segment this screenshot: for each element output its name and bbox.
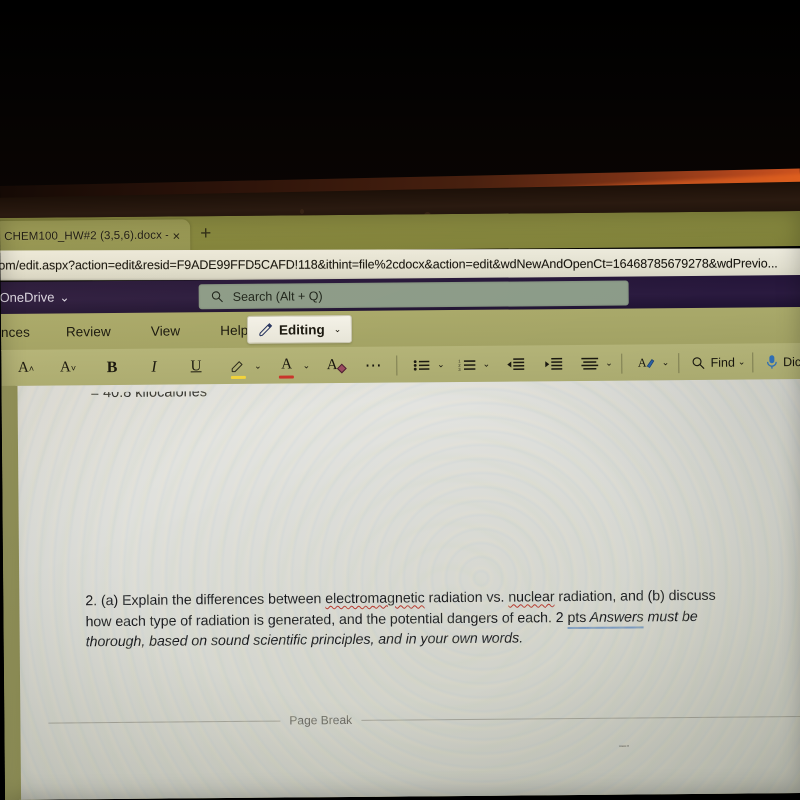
more-formatting-button[interactable]: ⋯ (360, 350, 386, 380)
font-color-swatch (279, 374, 295, 379)
paragraph-part-1: 2. (a) Explain the differences between (85, 591, 326, 610)
chevron-down-icon[interactable]: ⌄ (254, 361, 262, 372)
saved-status-label: o OneDrive (0, 289, 55, 306)
browser-tab-active[interactable]: CHEM100_HW#2 (3,5,6).docx - M × (0, 219, 191, 254)
microphone-icon (765, 354, 778, 370)
dictate-label: Dictate (782, 354, 800, 369)
search-placeholder: Search (Alt + Q) (232, 288, 323, 304)
numbered-list-button[interactable]: 1 2 3 (456, 349, 480, 379)
italic-label: I (151, 358, 157, 376)
bullet-list-icon (414, 358, 431, 372)
document-canvas[interactable]: = 40.8 kilocalories 2. (a) Explain the d… (1, 378, 800, 800)
chevron-down-icon[interactable]: ⌄ (483, 359, 491, 370)
bullet-list-button[interactable] (410, 350, 434, 380)
chevron-down-icon[interactable]: ⌄ (662, 357, 670, 368)
increase-indent-button[interactable] (540, 349, 566, 379)
align-icon (581, 356, 599, 370)
italic-button[interactable]: I (139, 352, 169, 382)
grow-font-caret: ˄ (28, 363, 35, 374)
underline-button[interactable]: U (181, 352, 211, 382)
browser-tab-title: CHEM100_HW#2 (3,5,6).docx - M (4, 229, 169, 243)
saved-to-onedrive-status[interactable]: o OneDrive ⌄ (0, 289, 70, 306)
document-page[interactable]: = 40.8 kilocalories 2. (a) Explain the d… (15, 378, 800, 800)
increase-indent-icon (544, 357, 563, 371)
chevron-down-icon[interactable]: ⌄ (303, 360, 311, 371)
toolbar-divider (752, 351, 754, 372)
grammar-marked-pts: pts (567, 609, 587, 629)
shrink-font-caret: ˅ (70, 362, 77, 373)
clear-formatting-label: A (326, 357, 338, 374)
screen-content: CHEM100_HW#2 (3,5,6).docx - M × + om/edi… (0, 211, 800, 800)
tab-references[interactable]: nces (1, 325, 42, 340)
page-break-line-right (361, 715, 800, 721)
address-url: om/edit.aspx?action=edit&resid=F9ADE99FF… (0, 256, 778, 273)
shrink-font-button[interactable]: A ˅ (53, 353, 83, 383)
highlight-button[interactable] (225, 351, 251, 381)
eraser-icon (337, 363, 348, 374)
find-label: Find (710, 355, 735, 370)
bold-button[interactable]: B (97, 352, 127, 382)
font-color-label: A (281, 355, 293, 373)
grammar-marked-answers: Answers (586, 608, 644, 629)
tab-review[interactable]: Review (54, 324, 123, 340)
decrease-indent-button[interactable] (502, 349, 528, 379)
underline-label: U (190, 358, 202, 375)
new-tab-icon[interactable]: + (200, 223, 211, 244)
search-icon (211, 290, 224, 303)
format-painter-icon: A (638, 355, 656, 370)
dark-background (0, 0, 800, 200)
highlight-color-swatch (230, 375, 246, 379)
alignment-button[interactable] (578, 348, 602, 378)
chevron-down-icon: ⌄ (737, 356, 746, 367)
editing-mode-button[interactable]: Editing ⌄ (246, 314, 353, 344)
toolbar-divider (678, 352, 680, 373)
editing-label: Editing (278, 321, 325, 338)
tab-view[interactable]: View (139, 323, 193, 338)
chevron-down-icon[interactable]: ⌄ (605, 358, 613, 369)
chevron-down-icon: ⌄ (59, 289, 70, 304)
shrink-font-label: A (59, 359, 71, 376)
toolbar-divider (621, 353, 623, 374)
chevron-down-icon[interactable]: ⌄ (437, 359, 445, 370)
clear-formatting-button[interactable]: A (322, 350, 350, 380)
photo-of-laptop-screen: CHEM100_HW#2 (3,5,6).docx - M × + om/edi… (0, 0, 800, 800)
pencil-icon (258, 322, 273, 337)
next-page-partial-text: The (618, 742, 642, 758)
browser-tab-strip: CHEM100_HW#2 (3,5,6).docx - M × + (0, 211, 800, 254)
svg-text:3: 3 (459, 366, 462, 371)
find-button[interactable]: Find ⌄ (692, 347, 745, 377)
previous-line-text: = 40.8 kilocalories (90, 384, 208, 402)
styles-button[interactable]: A (635, 348, 659, 378)
page-break-line-left (48, 720, 281, 724)
chevron-down-icon: ⌄ (333, 323, 342, 334)
question-paragraph[interactable]: 2. (a) Explain the differences between e… (85, 586, 746, 653)
bold-label: B (106, 358, 118, 376)
page-break: Page Break (48, 709, 800, 730)
grow-font-button[interactable]: A ˄ (11, 353, 41, 383)
decrease-indent-icon (506, 357, 525, 371)
grow-font-label: A (17, 359, 29, 376)
spellcheck-word-electromagnetic: electromagnetic (325, 590, 425, 608)
search-input[interactable]: Search (Alt + Q) (198, 280, 629, 310)
font-color-button[interactable]: A (273, 351, 299, 381)
search-icon (692, 355, 706, 369)
page-break-label: Page Break (289, 712, 353, 728)
bezel-speck (300, 209, 304, 214)
highlighter-icon (229, 359, 246, 374)
paragraph-part-2: radiation vs. (424, 589, 509, 607)
spellcheck-word-nuclear: nuclear (508, 589, 555, 606)
svg-text:A: A (638, 356, 647, 370)
dictate-button[interactable]: Dictate (766, 346, 800, 376)
numbered-list-icon: 1 2 3 (459, 357, 477, 371)
ellipsis-icon: ⋯ (364, 355, 382, 375)
close-icon[interactable]: × (169, 228, 185, 243)
toolbar-divider (396, 355, 398, 376)
